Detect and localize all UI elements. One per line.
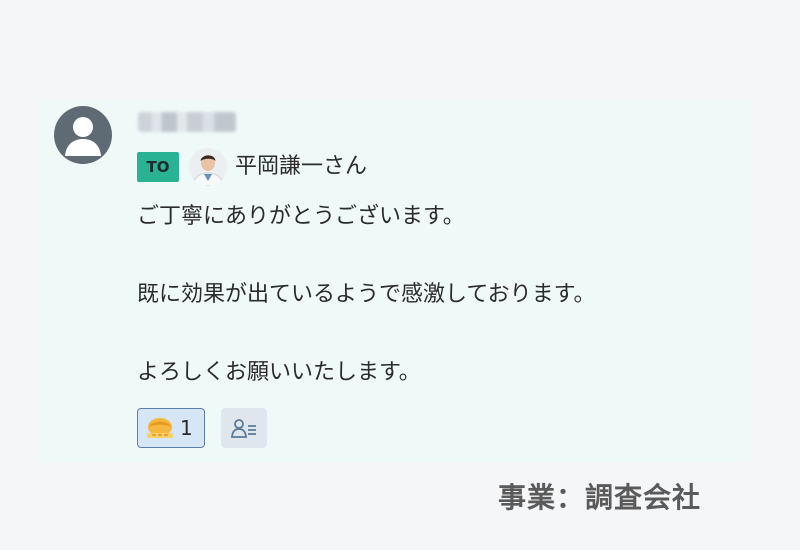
person-silhouette-icon	[65, 117, 101, 156]
reaction-count: 1	[180, 416, 193, 440]
to-badge: TO	[137, 152, 179, 182]
reaction-button[interactable]: 1	[137, 408, 205, 448]
readers-list-icon	[231, 419, 256, 438]
recipient-avatar[interactable]	[189, 148, 227, 186]
to-recipient-row: TO 平岡謙一さん	[137, 147, 367, 187]
message-line-2: 既に効果が出ているようで感激しております。	[137, 282, 596, 307]
message-line-1: ご丁寧にありがとうございます。	[137, 204, 465, 229]
message-line-3: よろしくお願いいたします。	[137, 360, 421, 385]
bowing-emoji-icon	[147, 418, 173, 438]
sender-name-blurred[interactable]	[138, 112, 236, 132]
to-recipient-name[interactable]: 平岡謙一さん	[235, 147, 367, 187]
recipient-photo-icon	[189, 148, 227, 186]
readers-button[interactable]	[221, 408, 267, 448]
sender-avatar[interactable]	[54, 106, 112, 164]
industry-caption: 事業：調査会社	[498, 481, 702, 514]
chat-message: TO 平岡謙一さん ご丁寧にありがとうございます。 既に効果が出ているようで感激…	[38, 100, 752, 462]
